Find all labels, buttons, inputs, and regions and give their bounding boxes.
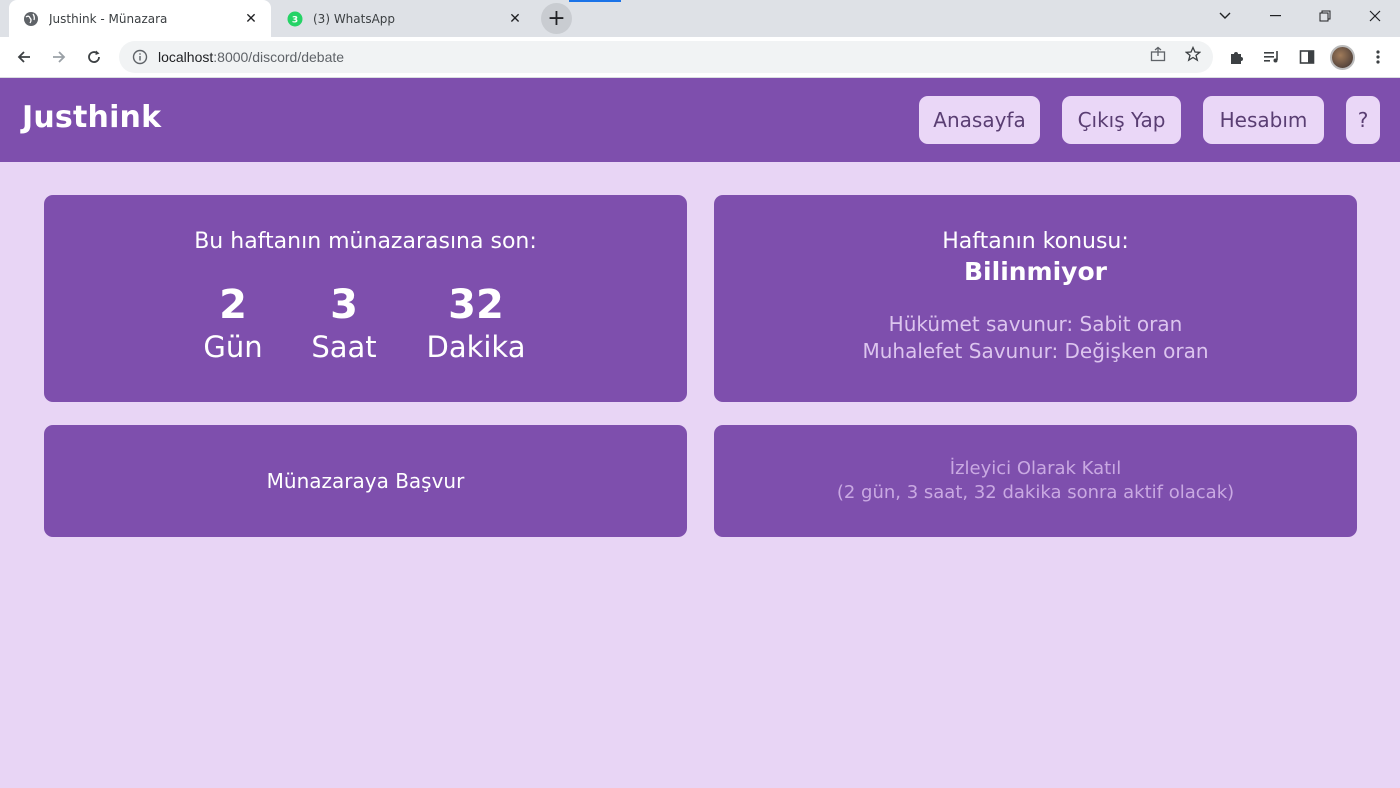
topic-title: Bilinmiyor [964,257,1107,286]
days-value: 2 [219,282,247,328]
brand-logo[interactable]: Justhink [22,100,161,135]
browser-tab-bar: Justhink - Münazara ✕ 3 (3) WhatsApp ✕ + [0,0,1400,37]
home-button[interactable]: Anasayfa [919,96,1040,144]
browser-toolbar: localhost:8000/discord/debate [0,37,1400,78]
countdown-card: Bu haftanın münazarasına son: 2 Gün 3 Sa… [44,195,687,402]
info-icon[interactable] [132,49,148,65]
minimize-icon[interactable] [1250,0,1300,32]
close-window-icon[interactable] [1350,0,1400,32]
side-panel-icon[interactable] [1295,45,1319,69]
close-tab-icon[interactable]: ✕ [505,9,525,29]
government-side: Hükümet savunur: Sabit oran [888,312,1183,336]
minutes-value: 32 [448,282,504,328]
viewer-availability-note: (2 gün, 3 saat, 32 dakika sonra aktif ol… [836,482,1235,503]
media-control-icon[interactable] [1260,45,1284,69]
share-icon[interactable] [1149,45,1167,63]
tab-title: (3) WhatsApp [313,11,396,26]
whatsapp-icon: 3 [287,11,303,27]
new-tab-button[interactable]: + [541,3,572,34]
close-tab-icon[interactable]: ✕ [241,9,261,29]
apply-label: Münazaraya Başvur [266,469,465,493]
hours-unit: Saat [311,330,377,364]
topic-card: Haftanın konusu: Bilinmiyor Hükümet savu… [714,195,1357,402]
loading-indicator [569,0,621,2]
help-button[interactable]: ? [1346,96,1380,144]
minutes-unit: Dakika [426,330,526,364]
countdown-minutes: 32 Dakika [416,283,536,367]
arrow-left-icon[interactable] [8,41,40,73]
hours-value: 3 [330,282,358,328]
countdown-days: 2 Gün [193,283,273,367]
tab-search-icon[interactable] [1200,0,1250,32]
join-as-viewer-button[interactable]: İzleyici Olarak Katıl (2 gün, 3 saat, 32… [714,425,1357,537]
url-text: localhost:8000/discord/debate [158,49,345,65]
globe-icon [23,11,39,27]
tab-justhink[interactable]: Justhink - Münazara ✕ [9,0,271,37]
kebab-menu-icon[interactable] [1366,45,1390,69]
logout-button[interactable]: Çıkış Yap [1062,96,1181,144]
app-header: Justhink Anasayfa Çıkış Yap Hesabım ? [0,78,1400,162]
address-bar[interactable]: localhost:8000/discord/debate [119,41,1213,73]
countdown-heading: Bu haftanın münazarasına son: [194,229,537,254]
viewer-label: İzleyici Olarak Katıl [949,458,1122,479]
account-button[interactable]: Hesabım [1203,96,1324,144]
star-icon[interactable] [1184,45,1202,63]
reload-icon[interactable] [78,41,110,73]
days-unit: Gün [203,330,263,364]
puzzle-icon[interactable] [1225,45,1249,69]
opposition-side: Muhalefet Savunur: Değişken oran [862,339,1209,363]
topic-heading: Haftanın konusu: [942,229,1129,254]
arrow-right-icon[interactable] [43,41,75,73]
whatsapp-badge: 3 [292,15,298,25]
tab-whatsapp[interactable]: 3 (3) WhatsApp ✕ [273,0,535,37]
countdown-hours: 3 Saat [304,283,384,367]
tab-title: Justhink - Münazara [49,11,168,26]
restore-icon[interactable] [1300,0,1350,32]
profile-avatar[interactable] [1330,45,1355,70]
apply-debate-button[interactable]: Münazaraya Başvur [44,425,687,537]
